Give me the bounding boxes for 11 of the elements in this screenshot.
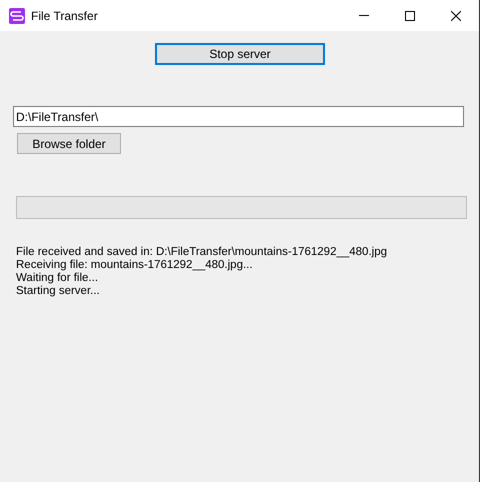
app-icon (9, 8, 25, 24)
stop-server-button[interactable]: Stop server (155, 43, 325, 65)
log-line: File received and saved in: D:\FileTransfer\mountains-1761292__480.jpg (16, 246, 388, 259)
close-icon (451, 10, 461, 20)
window-title: File Transfer (31, 8, 98, 24)
minimize-icon (359, 15, 369, 16)
log-line: Waiting for file... (16, 272, 100, 285)
maximize-icon (405, 10, 415, 20)
log-line: Receiving file: mountains-1761292__480.jpg... (16, 259, 254, 272)
browse-folder-button[interactable]: Browse folder (17, 133, 121, 154)
log-line: Starting server... (16, 285, 101, 298)
